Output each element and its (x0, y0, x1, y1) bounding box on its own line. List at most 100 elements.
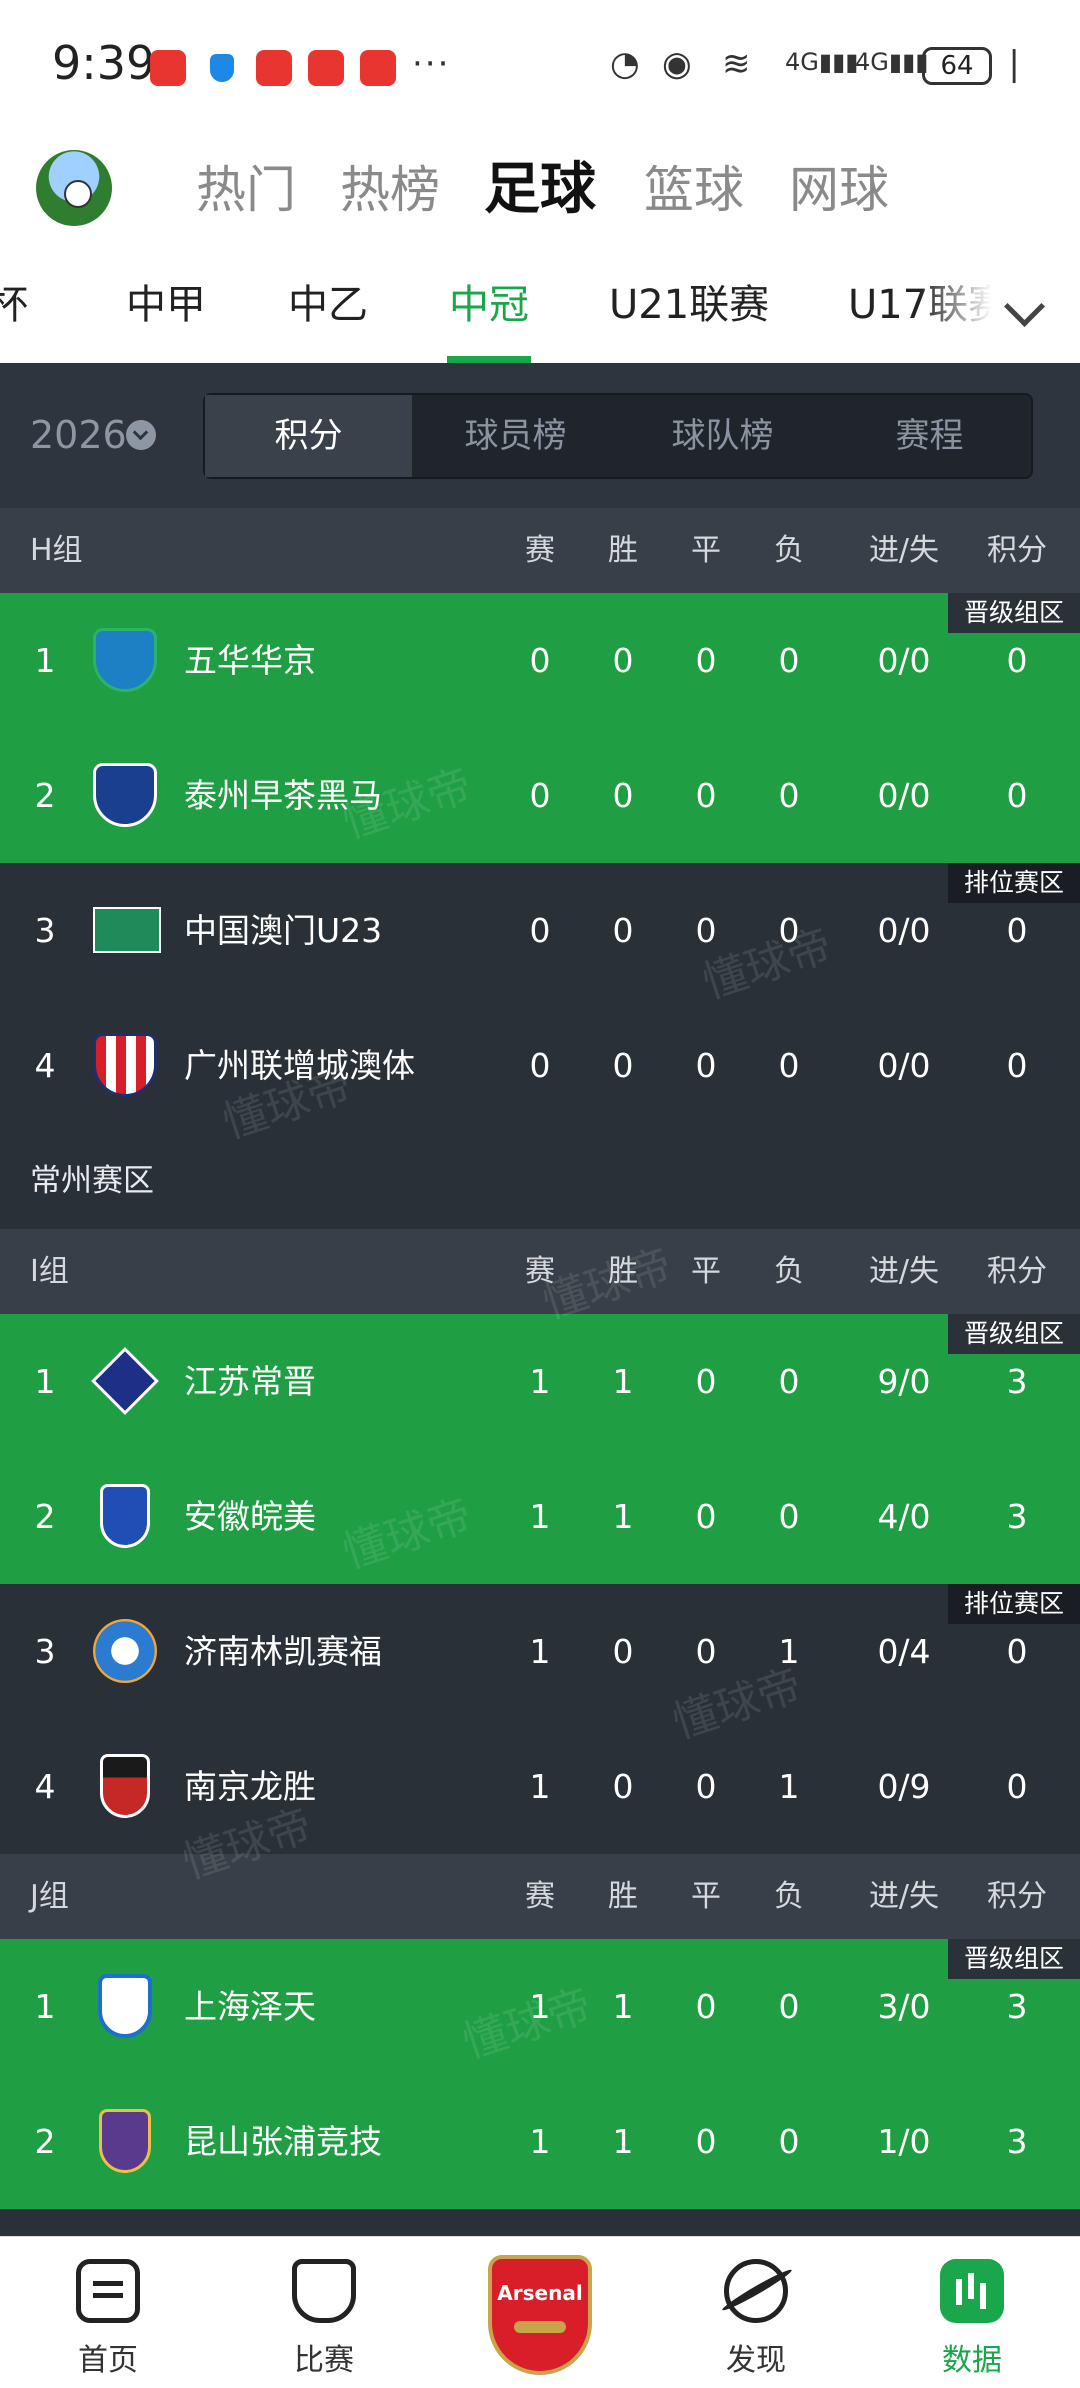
col-played: 赛 (525, 1879, 555, 1914)
segment-standings[interactable]: 积分 (205, 395, 412, 477)
col-drawn: 平 (691, 1254, 721, 1289)
cell-won: 1 (612, 1987, 634, 2026)
row-position: 2 (34, 1497, 56, 1536)
col-won: 胜 (608, 1879, 638, 1914)
tab-champions-league[interactable]: 中冠 (449, 275, 529, 335)
data-chart-icon (940, 2259, 1004, 2323)
table-row[interactable]: 4 广州联增城澳体 0 0 0 0 0/0 0 (0, 998, 1080, 1133)
nav-home[interactable]: 首页 (43, 2237, 173, 2388)
nav-label: 数据 (942, 2343, 1002, 2378)
tab-u21-league[interactable]: U21联赛 (609, 275, 769, 335)
table-row[interactable]: 3 济南林凯赛福 1 0 0 1 0/4 0 排位赛区 (0, 1584, 1080, 1719)
cell-played: 1 (529, 1362, 551, 1401)
nav-data[interactable]: 数据 (907, 2237, 1037, 2388)
team-logo (93, 628, 157, 692)
more-notifications-icon: ··· (412, 44, 451, 84)
col-drawn: 平 (691, 1879, 721, 1914)
tab-trending[interactable]: 热榜 (340, 155, 440, 225)
tab-basketball[interactable]: 篮球 (644, 155, 744, 225)
group-header: H组 赛 胜 平 负 进/失 积分 (0, 508, 1080, 593)
status-bar: 9:39 ··· ◔ ◉ ≋ 4G▮▮▮ 4G▮▮▮ 64 ❘ (0, 0, 1080, 135)
cell-goals: 9/0 (877, 1362, 931, 1401)
cell-lost: 0 (778, 2122, 800, 2161)
chevron-down-icon[interactable] (126, 420, 156, 450)
row-position: 4 (34, 1767, 56, 1806)
segment-schedule[interactable]: 赛程 (826, 395, 1033, 477)
cell-won: 1 (612, 1497, 634, 1536)
team-name: 安徽皖美 (184, 1497, 316, 1536)
cell-lost: 0 (778, 776, 800, 815)
team-name: 江苏常晋 (184, 1362, 316, 1401)
row-position: 3 (34, 911, 56, 950)
macau-flag-icon (93, 907, 161, 953)
cell-played: 0 (529, 641, 551, 680)
table-row[interactable]: 4 南京龙胜 1 0 0 1 0/9 0 (0, 1719, 1080, 1854)
table-row[interactable]: 1 江苏常晋 1 1 0 0 9/0 3 晋级组区 (0, 1314, 1080, 1449)
charging-icon: ❘ (1000, 44, 1029, 84)
cell-points: 0 (1006, 1046, 1028, 1085)
table-row[interactable]: 2 安徽皖美 1 1 0 0 4/0 3 (0, 1449, 1080, 1584)
row-position: 1 (34, 1362, 56, 1401)
cell-lost: 0 (778, 1497, 800, 1536)
top-header: 9:39 ··· ◔ ◉ ≋ 4G▮▮▮ 4G▮▮▮ 64 ❘ 热门 热榜 足球… (0, 0, 1080, 363)
nav-discover[interactable]: 发现 (691, 2237, 821, 2388)
row-position: 2 (34, 776, 56, 815)
cell-lost: 1 (778, 1767, 800, 1806)
tab-china-league-one[interactable]: 中甲 (126, 275, 206, 335)
cell-played: 0 (529, 911, 551, 950)
team-logo (100, 1754, 150, 1818)
cell-goals: 3/0 (877, 1987, 931, 2026)
tab-cup[interactable]: 杯 (0, 275, 28, 335)
xiaohongshu-app-icon (360, 50, 396, 86)
user-avatar[interactable] (36, 150, 112, 226)
tab-football[interactable]: 足球 (484, 155, 596, 225)
segment-team-rankings[interactable]: 球队榜 (619, 395, 826, 477)
wifi-icon: ≋ (722, 44, 751, 84)
season-select[interactable]: 2026 (30, 413, 127, 457)
cell-drawn: 0 (695, 1046, 717, 1085)
cell-points: 3 (1006, 2122, 1028, 2161)
cell-drawn: 0 (695, 1987, 717, 2026)
zone-badge-ranking: 排位赛区 (947, 1584, 1080, 1624)
table-row[interactable]: 1 五华华京 0 0 0 0 0/0 0 晋级组区 (0, 593, 1080, 728)
col-goals: 进/失 (868, 1879, 940, 1914)
nav-matches[interactable]: 比赛 (259, 2237, 389, 2388)
cell-won: 1 (612, 1362, 634, 1401)
nav-label: 发现 (726, 2343, 786, 2378)
row-position: 2 (34, 2122, 56, 2161)
zone-badge-promotion: 晋级组区 (947, 593, 1080, 633)
col-goals: 进/失 (868, 533, 940, 568)
cell-played: 0 (529, 1046, 551, 1085)
team-logo (93, 1619, 157, 1683)
table-row[interactable]: 3 中国澳门U23 0 0 0 0 0/0 0 排位赛区 (0, 863, 1080, 998)
cell-goals: 4/0 (877, 1497, 931, 1536)
team-name: 上海泽天 (184, 1987, 316, 2026)
standings-table: H组 赛 胜 平 负 进/失 积分 1 五华华京 0 0 0 0 0/0 0 晋… (0, 508, 1080, 2236)
tab-tennis[interactable]: 网球 (789, 155, 889, 225)
cell-won: 1 (612, 2122, 634, 2161)
arsenal-badge-icon[interactable]: Arsenal (488, 2255, 592, 2375)
eye-comfort-icon: ◉ (662, 44, 692, 84)
table-row[interactable]: 2 泰州早茶黑马 0 0 0 0 0/0 0 (0, 728, 1080, 863)
active-tab-indicator (447, 356, 531, 363)
row-position: 1 (34, 1987, 56, 2026)
zone-badge-promotion: 晋级组区 (947, 1314, 1080, 1354)
huawei-app-icon (256, 50, 292, 86)
group-name: H组 (30, 533, 83, 568)
segment-player-rankings[interactable]: 球员榜 (412, 395, 619, 477)
tab-china-league-two[interactable]: 中乙 (288, 275, 368, 335)
cell-goals: 0/4 (877, 1632, 931, 1671)
cell-drawn: 0 (695, 776, 717, 815)
col-lost: 负 (774, 1879, 804, 1914)
team-logo (99, 2109, 151, 2173)
cell-played: 1 (529, 1632, 551, 1671)
cell-lost: 0 (778, 1987, 800, 2026)
tab-hot[interactable]: 热门 (196, 155, 296, 225)
cell-goals: 0/9 (877, 1767, 931, 1806)
col-lost: 负 (774, 1254, 804, 1289)
trophy-icon (292, 2259, 356, 2323)
table-row[interactable]: 2 昆山张浦竞技 1 1 0 0 1/0 3 (0, 2074, 1080, 2209)
col-goals: 进/失 (868, 1254, 940, 1289)
cell-points: 0 (1006, 776, 1028, 815)
cell-goals: 0/0 (877, 641, 931, 680)
